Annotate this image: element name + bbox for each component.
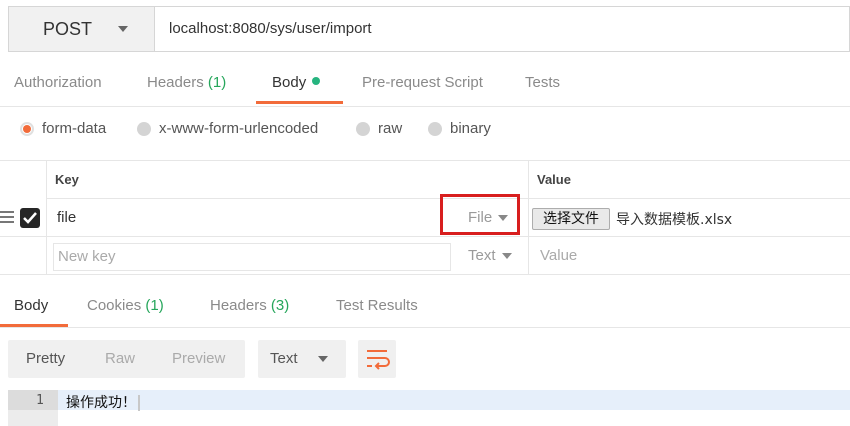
response-editor[interactable]: 1 操作成功！ xyxy=(8,390,850,426)
check-icon xyxy=(23,212,37,224)
response-text: 操作成功！ xyxy=(66,392,140,412)
url-input[interactable]: localhost:8080/sys/user/import xyxy=(169,7,372,51)
tab-pre-request-script[interactable]: Pre-request Script xyxy=(362,74,483,91)
tab-response-body[interactable]: Body xyxy=(14,297,48,314)
form-data-table: Key Value file File 选择文件 导入数据模板.xlsx New… xyxy=(0,160,850,274)
column-header-value: Value xyxy=(537,172,571,187)
radio-binary[interactable]: binary xyxy=(428,120,491,137)
chevron-down-icon xyxy=(118,26,129,32)
view-pretty[interactable]: Pretty xyxy=(26,350,65,367)
tab-authorization[interactable]: Authorization xyxy=(14,74,102,91)
drag-handle-icon[interactable] xyxy=(0,211,14,226)
tab-headers[interactable]: Headers (1) xyxy=(147,74,226,91)
new-value-input[interactable]: Value xyxy=(540,247,577,264)
column-header-key: Key xyxy=(55,172,79,187)
tab-test-results[interactable]: Test Results xyxy=(336,297,418,314)
line-number: 1 xyxy=(36,393,44,408)
active-tab-underline xyxy=(256,101,343,104)
choose-file-button[interactable]: 选择文件 xyxy=(532,208,610,230)
row-enabled-checkbox[interactable] xyxy=(20,208,40,228)
tab-tests[interactable]: Tests xyxy=(525,74,560,91)
modified-dot-icon xyxy=(312,77,321,86)
radio-x-www-form-urlencoded[interactable]: x-www-form-urlencoded xyxy=(137,120,318,137)
chevron-down-icon xyxy=(318,356,328,362)
chevron-down-icon xyxy=(501,252,512,259)
radio-unselected-icon xyxy=(137,121,151,136)
body-type-selector: form-data x-www-form-urlencoded raw bina… xyxy=(0,106,850,161)
radio-selected-icon xyxy=(20,121,34,136)
tab-cookies[interactable]: Cookies (1) xyxy=(87,297,164,314)
type-dropdown-text[interactable]: Text xyxy=(468,247,512,264)
radio-unselected-icon xyxy=(428,121,442,136)
view-preview[interactable]: Preview xyxy=(172,350,225,367)
tab-body[interactable]: Body xyxy=(272,74,321,91)
active-line-gutter xyxy=(8,390,58,410)
active-tab-underline xyxy=(0,324,68,327)
radio-unselected-icon xyxy=(356,121,370,136)
table-row-new: New key Text Value xyxy=(0,237,850,274)
wrap-lines-button[interactable] xyxy=(358,340,396,378)
request-url-bar: POST localhost:8080/sys/user/import xyxy=(8,6,850,52)
method-dropdown[interactable]: POST xyxy=(9,7,155,51)
key-cell[interactable]: file xyxy=(57,209,76,226)
annotation-highlight-box xyxy=(440,194,520,235)
response-tabs: Body Cookies (1) Headers (3) Test Result… xyxy=(0,274,850,328)
selected-file-name: 导入数据模板.xlsx xyxy=(616,212,733,228)
wrap-lines-icon xyxy=(367,350,390,370)
radio-form-data[interactable]: form-data xyxy=(20,120,106,137)
radio-raw[interactable]: raw xyxy=(356,120,402,137)
response-toolbar: Pretty Raw Preview Text xyxy=(0,340,850,378)
new-key-input[interactable]: New key xyxy=(53,243,451,271)
table-row: file File 选择文件 导入数据模板.xlsx xyxy=(0,199,850,236)
tab-response-headers[interactable]: Headers (3) xyxy=(210,297,289,314)
format-dropdown[interactable]: Text xyxy=(258,340,346,378)
view-raw[interactable]: Raw xyxy=(105,350,135,367)
request-tabs: Authorization Headers (1) Body Pre-reque… xyxy=(0,62,850,107)
view-mode-segment: Pretty Raw Preview xyxy=(8,340,245,378)
format-label: Text xyxy=(270,350,298,367)
text-cursor xyxy=(138,395,140,411)
method-label: POST xyxy=(43,18,93,39)
